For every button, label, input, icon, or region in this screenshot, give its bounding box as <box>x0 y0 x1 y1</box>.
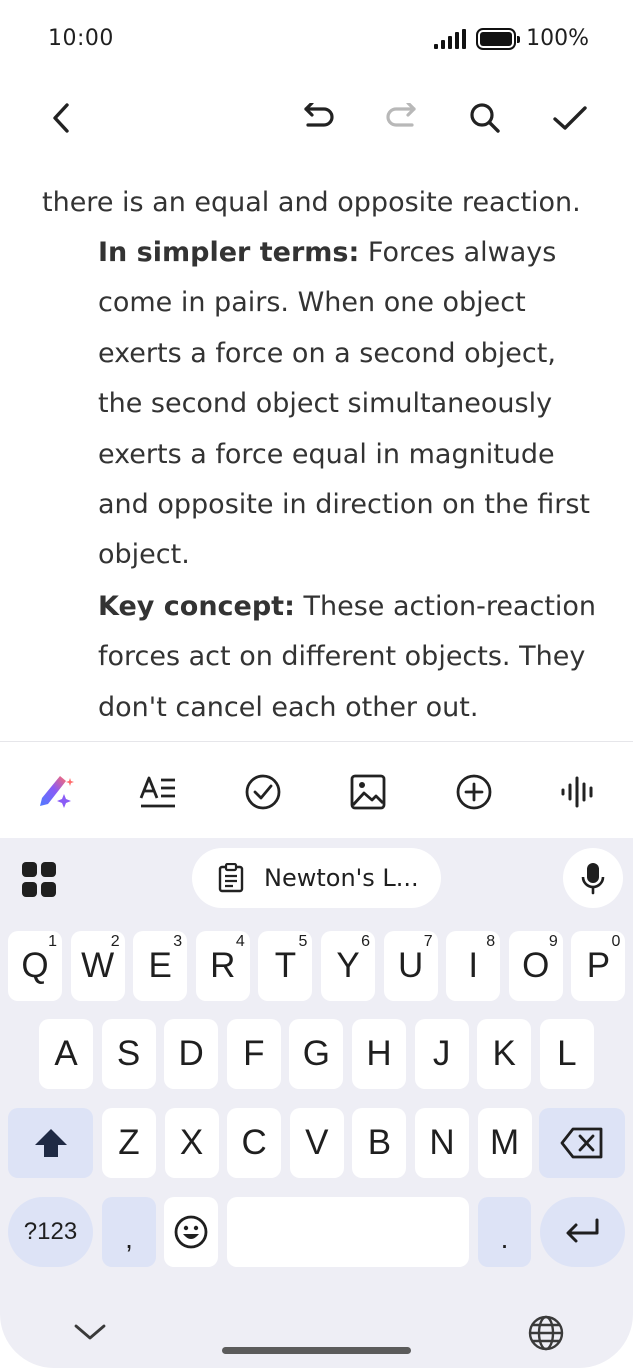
key-t[interactable]: T5 <box>258 931 313 1001</box>
key-d[interactable]: D <box>164 1019 219 1089</box>
key-label: U <box>397 946 424 985</box>
keyboard-suggestion-bar: Newton's L... <box>0 838 633 922</box>
key-z[interactable]: Z <box>102 1108 156 1178</box>
editor-toolbar <box>0 82 633 154</box>
paragraph-key-concept: Key concept: These action-reaction force… <box>98 582 598 733</box>
format-bar <box>0 742 633 838</box>
key-a[interactable]: A <box>39 1019 93 1089</box>
backspace-icon <box>560 1127 603 1159</box>
key-b[interactable]: B <box>352 1108 407 1178</box>
key-r[interactable]: R4 <box>195 931 250 1001</box>
clipboard-suggestion-label: Newton's L... <box>264 864 419 892</box>
key-i[interactable]: I8 <box>446 931 501 1001</box>
key-number-hint: 6 <box>361 933 370 950</box>
key-e[interactable]: E3 <box>133 931 188 1001</box>
key-number-hint: 2 <box>110 933 120 950</box>
hide-keyboard-icon[interactable] <box>70 1312 110 1352</box>
period-label: . <box>500 1223 509 1254</box>
key-l[interactable]: L <box>539 1019 594 1089</box>
key-f[interactable]: F <box>226 1019 281 1089</box>
key-x[interactable]: X <box>164 1108 219 1178</box>
undo-icon[interactable] <box>296 96 340 140</box>
key-label: O <box>522 946 550 985</box>
status-indicators: 100% <box>434 26 589 51</box>
space-key[interactable] <box>227 1197 469 1267</box>
redo-icon[interactable] <box>380 96 424 140</box>
shift-key[interactable] <box>8 1108 93 1178</box>
key-m[interactable]: M <box>477 1108 532 1178</box>
home-indicator[interactable] <box>222 1347 411 1354</box>
key-number-hint: 1 <box>48 933 57 950</box>
keyboard-nav-row <box>0 1300 633 1368</box>
status-time: 10:00 <box>48 26 114 51</box>
key-s[interactable]: S <box>101 1019 156 1089</box>
globe-icon[interactable] <box>525 1312 567 1354</box>
key-number-hint: 7 <box>423 933 433 950</box>
key-number-hint: 3 <box>173 933 183 950</box>
key-v[interactable]: V <box>289 1108 344 1178</box>
key-c[interactable]: C <box>227 1108 282 1178</box>
status-bar: 10:00 100% <box>0 0 633 80</box>
key-label: Y <box>336 946 360 985</box>
shift-icon <box>34 1129 67 1157</box>
voice-wave-icon[interactable] <box>555 768 603 816</box>
checkbox-icon[interactable] <box>239 768 287 816</box>
key-p[interactable]: P0 <box>571 931 626 1001</box>
battery-icon <box>476 27 521 50</box>
key-j[interactable]: J <box>414 1019 469 1089</box>
add-icon[interactable] <box>450 768 498 816</box>
key-number-hint: 4 <box>235 933 245 950</box>
key-q[interactable]: Q1 <box>8 931 62 1001</box>
period-key[interactable]: . <box>478 1197 531 1267</box>
key-label: R <box>210 946 236 985</box>
ai-pen-icon[interactable] <box>30 768 78 816</box>
note-body[interactable]: there is an equal and opposite reaction.… <box>0 162 633 740</box>
enter-key[interactable] <box>540 1197 625 1267</box>
text-format-icon[interactable] <box>134 768 182 816</box>
key-number-hint: 5 <box>298 933 308 950</box>
symbols-key[interactable]: ?123 <box>8 1197 93 1267</box>
key-label: E <box>148 946 172 985</box>
search-icon[interactable] <box>463 96 507 140</box>
key-y[interactable]: Y6 <box>321 931 375 1001</box>
keyboard: Newton's L... Q1W2E3R4T5Y6U7I8O9P0 ASDFG… <box>0 838 633 1368</box>
battery-percent: 100% <box>526 26 589 51</box>
key-number-hint: 9 <box>548 933 558 950</box>
label-key-concept: Key concept: <box>98 591 295 622</box>
comma-label: , <box>125 1223 133 1254</box>
key-number-hint: 0 <box>611 933 621 950</box>
mic-icon[interactable] <box>563 848 623 908</box>
key-k[interactable]: K <box>477 1019 532 1089</box>
signal-icon <box>434 28 467 49</box>
emoji-icon <box>174 1215 208 1249</box>
key-label: W <box>81 946 115 985</box>
enter-icon <box>566 1218 598 1243</box>
apps-grid-icon[interactable] <box>22 862 58 898</box>
backspace-key[interactable] <box>539 1108 625 1178</box>
key-label: I <box>468 946 479 985</box>
clipboard-icon <box>218 863 244 893</box>
text-simpler-terms: Forces always come in pairs. When one ob… <box>98 237 591 571</box>
key-u[interactable]: U7 <box>383 931 438 1001</box>
key-o[interactable]: O9 <box>508 931 563 1001</box>
key-g[interactable]: G <box>289 1019 344 1089</box>
key-label: Q <box>21 946 49 985</box>
label-simpler-terms: In simpler terms: <box>98 237 360 268</box>
key-w[interactable]: W2 <box>70 931 125 1001</box>
emoji-key[interactable] <box>164 1197 218 1267</box>
key-n[interactable]: N <box>415 1108 469 1178</box>
back-icon[interactable] <box>40 96 84 140</box>
lead-line: there is an equal and opposite reaction. <box>42 187 581 218</box>
image-icon[interactable] <box>344 768 392 816</box>
key-number-hint: 8 <box>486 933 496 950</box>
comma-key[interactable]: , <box>102 1197 156 1267</box>
clipboard-suggestion[interactable]: Newton's L... <box>192 848 441 908</box>
key-label: T <box>274 946 297 985</box>
key-label: P <box>586 946 611 985</box>
paragraph-simpler-terms: In simpler terms: Forces always come in … <box>98 228 598 581</box>
check-icon[interactable] <box>548 96 592 140</box>
key-h[interactable]: H <box>352 1019 406 1089</box>
